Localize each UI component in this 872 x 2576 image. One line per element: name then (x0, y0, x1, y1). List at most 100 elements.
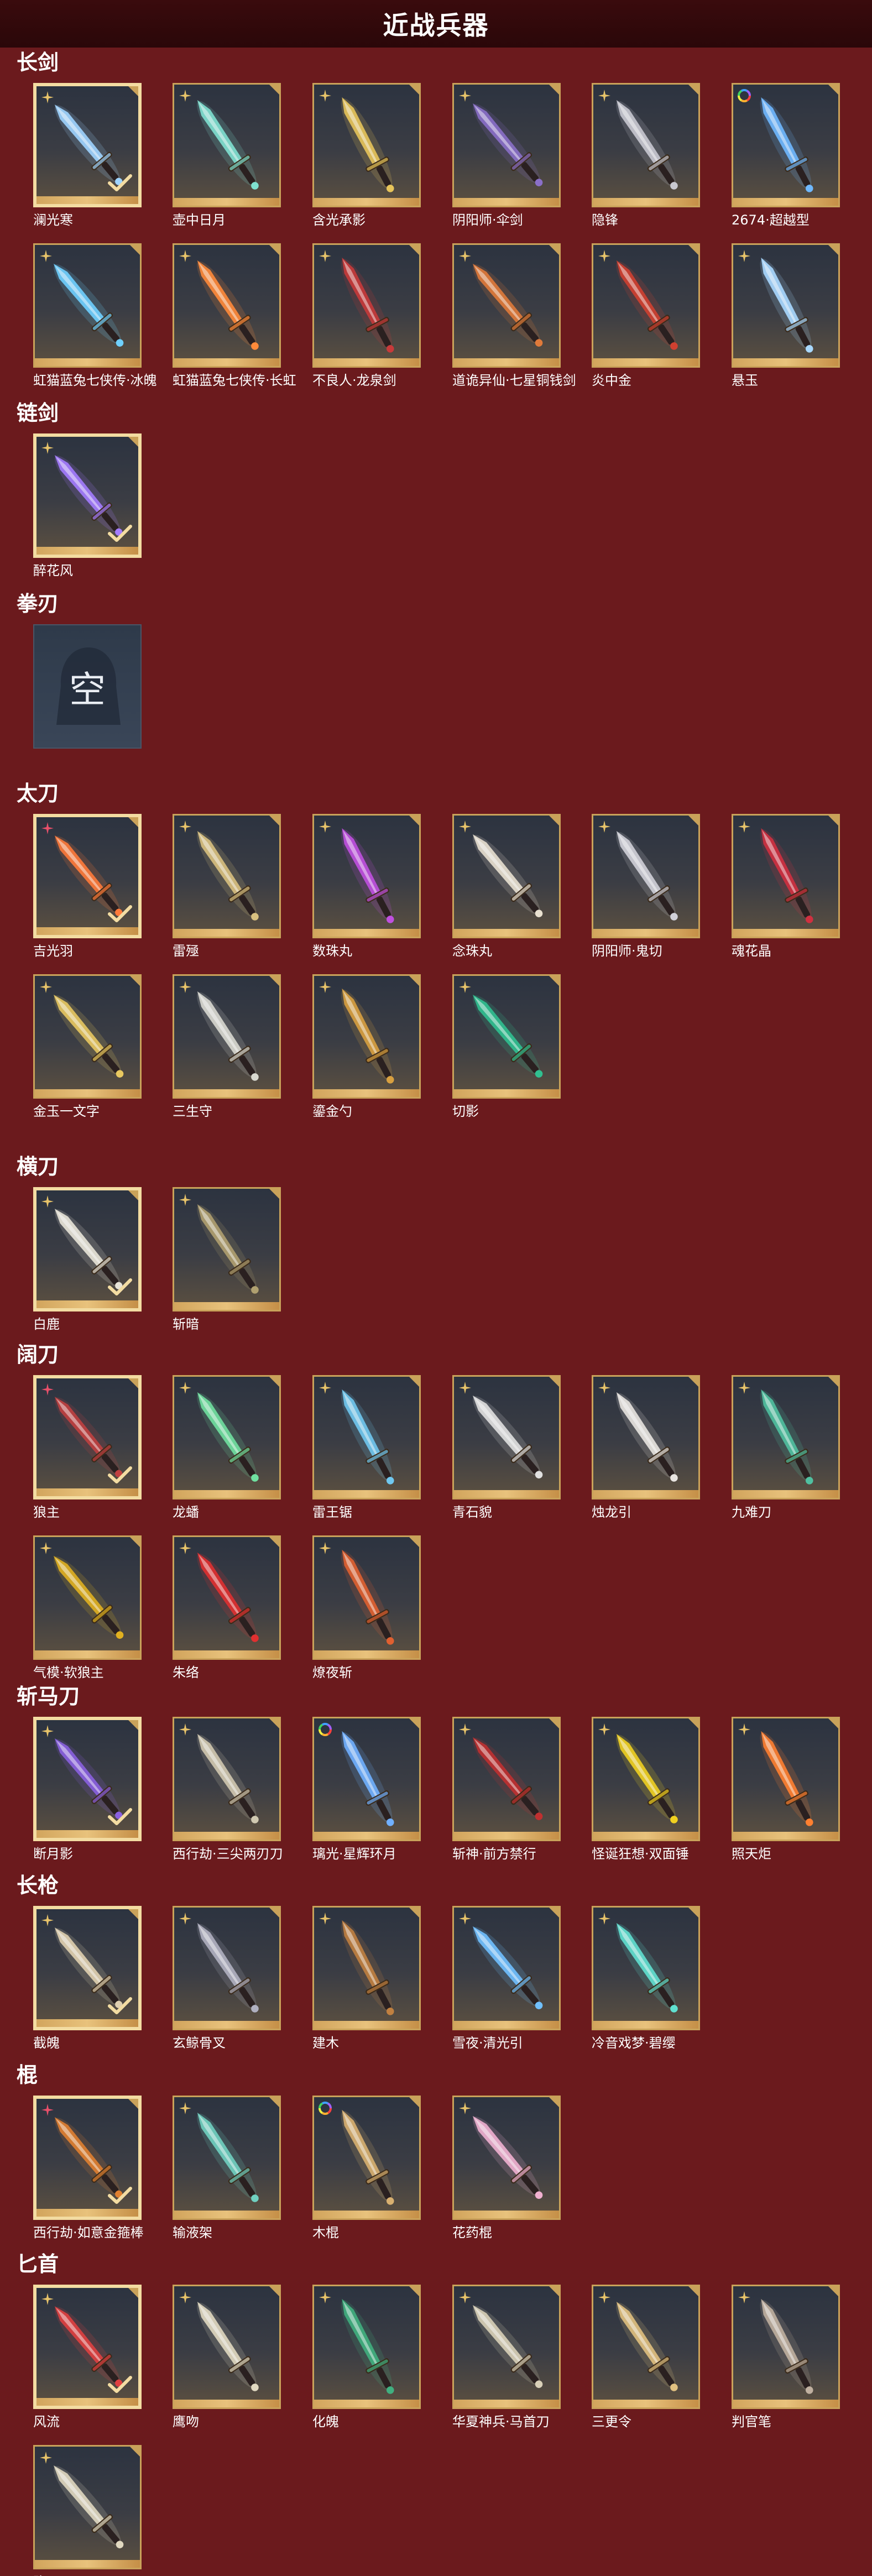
star-badge-icon (179, 2102, 192, 2115)
weapon-skin-tile[interactable] (452, 2096, 561, 2220)
weapon-skin-tile[interactable] (312, 814, 421, 938)
weapon-skin-label: 龙蟠 (173, 1504, 199, 1520)
star-badge-icon (39, 249, 53, 263)
weapon-skin-tile[interactable] (592, 2285, 700, 2409)
star-badge-icon (41, 2292, 54, 2306)
weapon-skin-tile[interactable] (732, 1717, 840, 1841)
weapon-skin-tile[interactable] (173, 2285, 281, 2409)
weapon-skin-tile[interactable] (33, 243, 142, 368)
empty-slot-text: 空 (69, 668, 106, 711)
weapon-skin-tile[interactable] (173, 814, 281, 938)
weapon-skin-label: 气模·软狼主 (33, 1665, 104, 1680)
weapon-skin-label: 魂花晶 (732, 943, 771, 959)
weapon-skin-label: 西行劫·如意金箍棒 (33, 2225, 144, 2240)
weapon-skin-tile[interactable] (592, 1375, 700, 1499)
weapon-skin-tile[interactable] (173, 2096, 281, 2220)
weapon-skin-tile[interactable] (33, 2285, 142, 2409)
weapon-skin-tile[interactable] (592, 1717, 700, 1841)
star-badge-icon (318, 1912, 332, 1925)
weapon-image (454, 816, 559, 937)
weapon-skin-label: 含光承影 (312, 212, 365, 228)
tile-bottom-strip (36, 1830, 138, 1838)
weapon-skin-tile[interactable] (173, 1187, 281, 1311)
weapon-skin-tile[interactable] (452, 243, 561, 368)
weapon-skin-tile[interactable] (312, 83, 421, 207)
tile-bottom-strip (36, 927, 138, 935)
weapon-skin-tile[interactable] (33, 1717, 142, 1841)
weapon-skin-tile[interactable] (592, 243, 700, 368)
weapon-image (733, 245, 838, 366)
weapon-skin-tile[interactable] (452, 83, 561, 207)
weapon-skin-tile[interactable] (312, 2096, 421, 2220)
weapon-skin-tile[interactable] (312, 243, 421, 368)
star-badge-icon (179, 980, 192, 994)
weapon-skin-label: 雪夜·清光引 (452, 2035, 523, 2051)
weapon-skin-tile[interactable] (732, 1375, 840, 1499)
star-badge-icon (738, 820, 751, 833)
weapon-skin-tile[interactable] (592, 1906, 700, 2030)
tile-bottom-strip (593, 2021, 698, 2029)
weapon-skin-tile[interactable] (173, 243, 281, 368)
weapon-skin-tile[interactable] (452, 2285, 561, 2409)
weapon-skin-tile[interactable] (312, 2285, 421, 2409)
weapon-skin-tile[interactable] (33, 2096, 142, 2220)
weapon-skin-tile[interactable] (33, 2445, 142, 2569)
star-badge-icon (458, 2291, 472, 2304)
weapon-skin-tile[interactable] (312, 1717, 421, 1841)
weapon-skin-tile[interactable] (33, 433, 142, 558)
check-icon (107, 1277, 133, 1297)
weapon-skin-tile[interactable] (452, 1375, 561, 1499)
weapon-skin-tile[interactable] (592, 814, 700, 938)
weapon-skin-label: 阴阳师·鬼切 (592, 943, 662, 959)
weapon-skin-tile[interactable] (33, 814, 142, 938)
star-badge-icon (41, 1195, 54, 1208)
tile-bottom-strip (36, 2019, 138, 2027)
weapon-skin-tile[interactable] (452, 814, 561, 938)
weapon-skin-tile[interactable] (732, 83, 840, 207)
check-icon (107, 2375, 133, 2395)
weapon-skin-tile[interactable] (732, 814, 840, 938)
tile-bottom-strip (35, 1089, 140, 1097)
weapon-skin-label: 2674·超越型 (732, 212, 810, 228)
tile-bottom-strip (593, 1832, 698, 1840)
weapon-skin-tile[interactable] (33, 1906, 142, 2030)
weapon-skin-tile[interactable] (33, 974, 142, 1099)
weapon-skin-tile[interactable] (732, 243, 840, 368)
weapon-skin-tile[interactable] (592, 83, 700, 207)
weapon-image (174, 816, 279, 937)
weapon-skin-tile[interactable] (33, 1535, 142, 1660)
rainbow-ring-icon (738, 89, 751, 102)
weapon-skin-tile[interactable] (312, 974, 421, 1099)
weapon-skin-tile[interactable] (33, 1187, 142, 1311)
empty-slot: 空 (33, 624, 142, 749)
weapon-skin-tile[interactable] (312, 1375, 421, 1499)
tile-bottom-strip (35, 358, 140, 366)
weapon-skin-tile[interactable] (452, 974, 561, 1099)
weapon-image (454, 85, 559, 206)
star-badge-icon (179, 1381, 192, 1394)
tile-bottom-strip (174, 2021, 279, 2029)
star-badge-icon (39, 980, 53, 994)
weapon-skin-tile[interactable] (452, 1717, 561, 1841)
tile-bottom-strip (454, 358, 559, 366)
weapon-skin-tile[interactable] (452, 1906, 561, 2030)
weapon-skin-tile[interactable] (173, 1535, 281, 1660)
weapon-skin-tile[interactable] (173, 974, 281, 1099)
tile-bottom-strip (733, 1832, 838, 1840)
weapon-skin-tile[interactable] (732, 2285, 840, 2409)
weapon-skin-tile[interactable] (173, 1375, 281, 1499)
weapon-skin-tile[interactable] (312, 1906, 421, 2030)
weapon-image (314, 976, 419, 1097)
tile-bottom-strip (733, 198, 838, 206)
weapon-skin-tile[interactable] (173, 83, 281, 207)
weapon-skin-tile[interactable] (312, 1535, 421, 1660)
tile-bottom-strip (314, 198, 419, 206)
star-badge-icon (179, 1193, 192, 1206)
tile-bottom-strip (35, 2560, 140, 2568)
weapon-skin-tile[interactable] (173, 1717, 281, 1841)
tile-bottom-strip (174, 2211, 279, 2218)
weapon-skin-tile[interactable] (33, 1375, 142, 1499)
weapon-skin-label: 玄鲸骨叉 (173, 2035, 226, 2051)
weapon-skin-tile[interactable] (173, 1906, 281, 2030)
weapon-skin-tile[interactable] (33, 83, 142, 207)
